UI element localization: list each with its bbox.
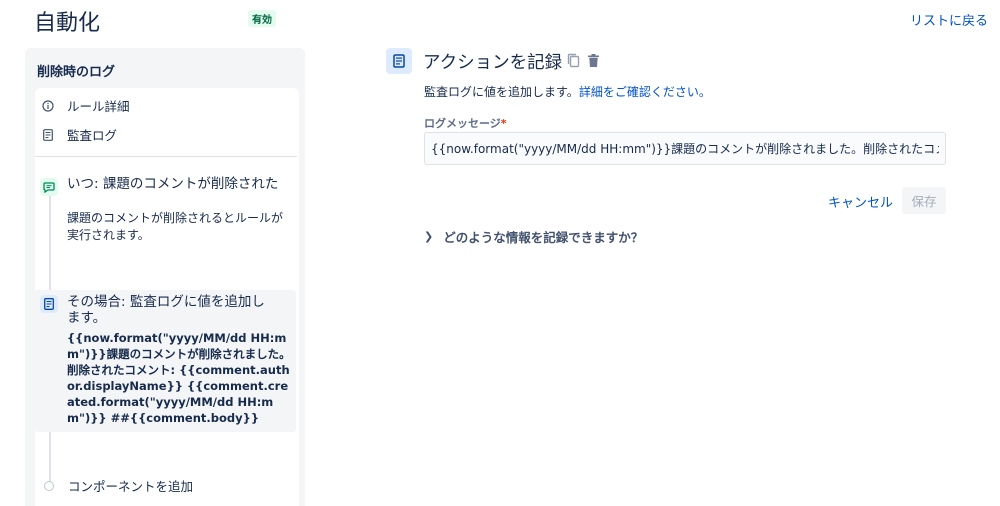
learn-more-link[interactable]: 詳細をご確認ください。 [579,85,711,99]
trigger-title: いつ: 課題のコメントが削除された [67,176,279,192]
document-icon [41,128,55,142]
action-component[interactable]: その場合: 監査ログに値を追加します。 {{now.format("yyyy/M… [35,290,296,432]
rule-components-panel: ルール詳細 監査ログ いつ: 課題のコメントが削除された 課題のコメントが削除さ… [35,88,299,506]
description-text: 監査ログに値を追加します。 [424,85,579,99]
detail-description: 監査ログに値を追加します。詳細をご確認ください。 [424,83,711,100]
log-message-label: ログメッセージ* [424,115,507,131]
comment-icon [40,178,58,196]
copy-icon[interactable] [567,53,580,72]
divider [35,156,297,157]
add-component-button[interactable]: コンポーネントを追加 [41,476,193,495]
add-component-label: コンポーネントを追加 [68,479,194,494]
document-icon [40,295,58,313]
info-icon [41,99,55,113]
info-expander[interactable]: ❯ どのような情報を記録できますか？ [424,227,643,246]
detail-title: アクションを記録 [423,53,563,73]
add-component-dot-icon [44,480,54,491]
rule-name: 削除時のログ [37,65,116,80]
sidebar-item-rule-details[interactable]: ルール詳細 [41,96,130,115]
action-message: {{now.format("yyyy/MM/dd HH:mm")}}課題のコメン… [67,331,291,425]
page-title: 自動化 [34,11,101,36]
trigger-description: 課題のコメントが削除されるとルールが実行されます。 [67,211,284,242]
trash-icon[interactable] [587,53,600,72]
rule-sidebar: 削除時のログ ルール詳細 監査ログ いつ: 課題のコメントが削除された 課題のコ… [25,48,305,506]
sidebar-item-label: 監査ログ [67,128,118,143]
cancel-button[interactable]: キャンセル [822,189,899,213]
sidebar-item-audit-log[interactable]: 監査ログ [41,125,117,144]
save-button[interactable]: 保存 [902,187,946,214]
expander-label: どのような情報を記録できますか？ [443,230,644,245]
sidebar-item-label: ルール詳細 [67,99,130,114]
required-mark: * [500,117,507,130]
back-to-list-link[interactable]: リストに戻る [910,10,988,29]
status-badge: 有効 [248,10,276,27]
chevron-right-icon: ❯ [424,230,434,243]
document-icon [386,48,412,74]
field-label-text: ログメッセージ [424,117,501,130]
log-message-input[interactable] [424,132,946,165]
action-title: その場合: 監査ログに値を追加します。 [67,294,265,326]
